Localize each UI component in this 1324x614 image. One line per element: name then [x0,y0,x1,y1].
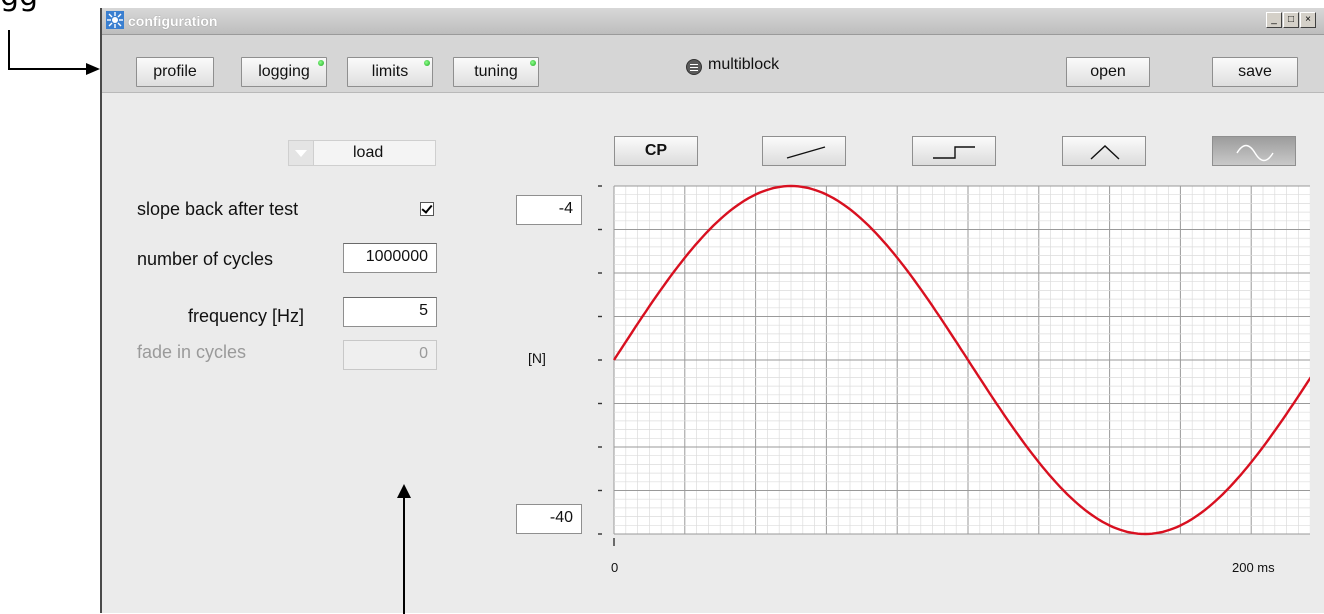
status-led-icon [530,60,536,66]
logging-button-label: logging [258,63,310,80]
x-end-label: 200 ms [1232,560,1275,575]
limits-button[interactable]: limits [347,57,433,87]
open-button[interactable]: open [1066,57,1150,87]
app-icon [106,11,124,29]
step-button[interactable] [912,136,996,166]
tuning-button[interactable]: tuning [453,57,539,87]
callout-line [8,30,10,70]
slope-back-label: slope back after test [137,199,298,220]
arrow-up-icon [397,484,411,614]
sine-button[interactable] [1212,136,1296,166]
status-led-icon [424,60,430,66]
callout-line [8,68,88,70]
save-button-label: save [1238,63,1272,80]
cycles-input[interactable]: 1000000 [343,243,437,273]
profile-chart [590,178,1310,558]
mode-select[interactable]: load [288,140,436,166]
step-icon [913,137,997,167]
profile-button[interactable]: profile [136,57,214,87]
sine-icon [1213,137,1297,167]
frequency-input[interactable]: 5 [343,297,437,327]
fade-label: fade in cycles [137,342,246,363]
chevron-down-icon[interactable] [289,141,314,165]
fade-input[interactable]: 0 [343,340,437,370]
close-button[interactable]: × [1300,12,1316,28]
limits-button-label: limits [372,63,408,80]
frequency-label: frequency [Hz] [188,306,304,327]
ramp-icon [763,137,847,167]
multiblock-toggle-icon[interactable] [686,59,702,75]
open-button-label: open [1090,63,1126,80]
tuning-button-label: tuning [474,63,518,80]
cp-button[interactable]: CP [614,136,698,166]
save-button[interactable]: save [1212,57,1298,87]
triangle-button[interactable] [1062,136,1146,166]
triangle-icon [1063,137,1147,167]
mode-select-value: load [353,144,383,162]
y-min-input[interactable]: -40 [516,504,582,534]
arrow-right-icon [86,63,100,75]
y-unit-label: [N] [528,350,546,366]
y-max-input[interactable]: -4 [516,195,582,225]
multiblock-label: multiblock [708,56,779,74]
logging-button[interactable]: logging [241,57,327,87]
x-start-label: 0 [611,560,618,575]
cycles-label: number of cycles [137,249,273,270]
title-bar[interactable]: configuration _ □ × [102,8,1324,35]
profile-button-label: profile [153,63,197,80]
window-title: configuration [128,13,217,29]
slope-back-checkbox[interactable] [420,202,434,216]
ramp-button[interactable] [762,136,846,166]
status-led-icon [318,60,324,66]
minimize-button[interactable]: _ [1266,12,1282,28]
callout-text: gg [0,0,38,13]
maximize-button[interactable]: □ [1283,12,1299,28]
cp-button-label: CP [645,142,667,159]
